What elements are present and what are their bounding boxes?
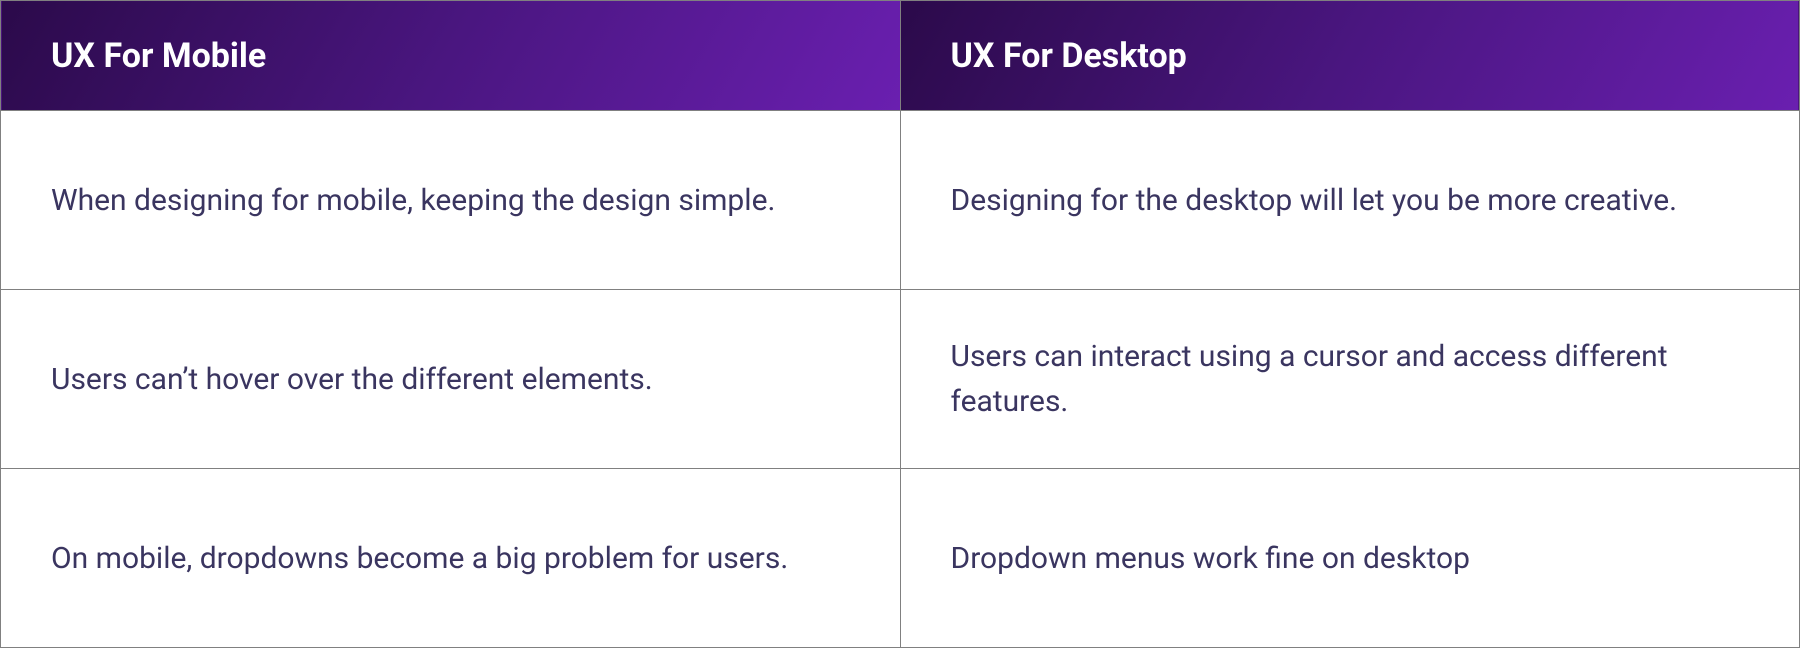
header-desktop: UX For Desktop	[900, 1, 1800, 111]
cell-mobile: Users can’t hover over the different ele…	[1, 290, 901, 469]
table-row: Users can’t hover over the different ele…	[1, 290, 1800, 469]
cell-desktop: Dropdown menus work fine on desktop	[900, 469, 1800, 648]
table-row: On mobile, dropdowns become a big proble…	[1, 469, 1800, 648]
cell-mobile: When designing for mobile, keeping the d…	[1, 111, 901, 290]
cell-desktop: Designing for the desktop will let you b…	[900, 111, 1800, 290]
cell-desktop: Users can interact using a cursor and ac…	[900, 290, 1800, 469]
ux-comparison-table: UX For Mobile UX For Desktop When design…	[0, 0, 1800, 648]
table-row: When designing for mobile, keeping the d…	[1, 111, 1800, 290]
cell-mobile: On mobile, dropdowns become a big proble…	[1, 469, 901, 648]
header-mobile: UX For Mobile	[1, 1, 901, 111]
table-header-row: UX For Mobile UX For Desktop	[1, 1, 1800, 111]
